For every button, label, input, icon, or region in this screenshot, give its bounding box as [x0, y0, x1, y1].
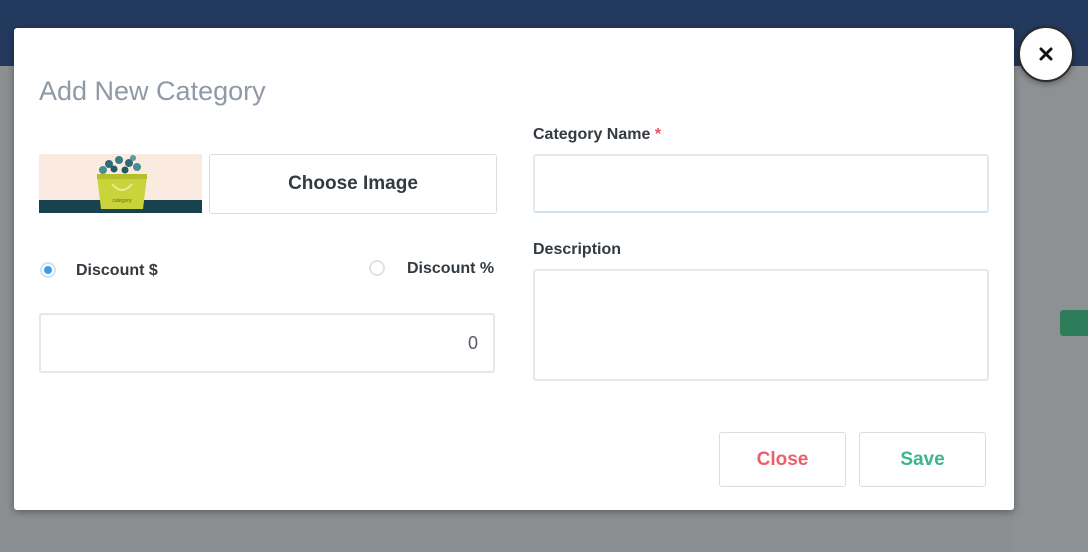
discount-percent-label: Discount %: [407, 260, 495, 277]
close-button[interactable]: Close: [719, 432, 846, 487]
category-name-label: Category Name *: [533, 126, 661, 144]
description-textarea[interactable]: [533, 269, 989, 381]
add-category-modal: Add New Category category Choose Image D…: [14, 28, 1014, 510]
background-button: [1060, 310, 1088, 336]
dismiss-modal-button[interactable]: [1018, 26, 1074, 82]
description-label: Description: [533, 241, 622, 258]
thumbnail-caption: category: [112, 198, 132, 204]
category-bag-image: category: [39, 154, 202, 213]
modal-title: Add New Category: [39, 76, 266, 106]
category-thumbnail: category: [39, 154, 202, 213]
category-name-input[interactable]: [533, 154, 989, 213]
close-icon: [1039, 47, 1053, 61]
choose-image-button[interactable]: Choose Image: [209, 154, 497, 214]
discount-fixed-radio[interactable]: [40, 262, 56, 278]
category-name-label-text: Category Name: [533, 126, 651, 143]
discount-percent-radio[interactable]: [369, 260, 385, 276]
discount-fixed-label: Discount $: [76, 262, 158, 279]
background-panel: [1014, 66, 1088, 552]
discount-value-input[interactable]: 0: [39, 313, 495, 373]
save-button[interactable]: Save: [859, 432, 986, 487]
required-marker: *: [654, 126, 662, 143]
